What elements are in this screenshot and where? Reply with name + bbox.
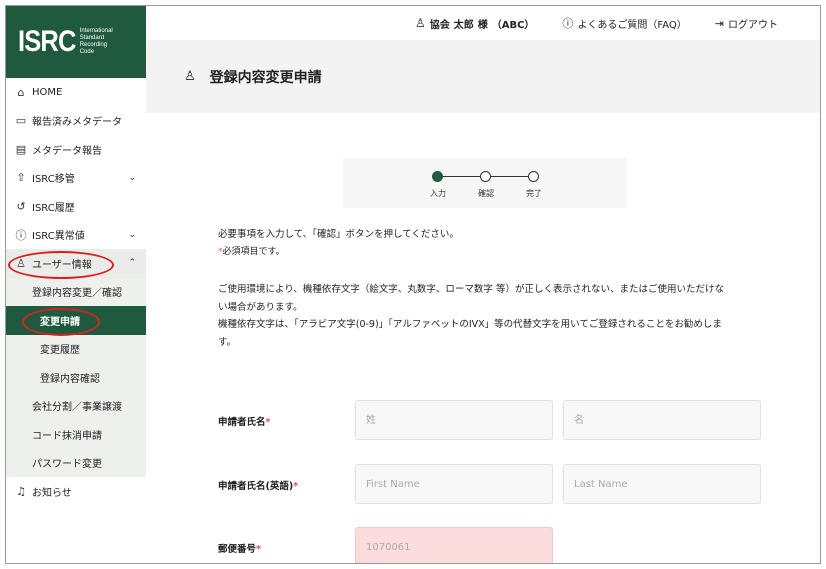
sidebar-item-reported-metadata[interactable]: ▭ 報告済みメタデータ [6,107,146,136]
sidebar-item-user-info[interactable]: ♙ ユーザー情報 ⌃ [6,249,146,278]
step-label-complete: 完了 [526,189,542,198]
help-circle-icon: ⓘ [562,17,574,30]
sidebar: ISRC International Standard Recording Co… [6,6,146,563]
home-icon: ⌂ [17,85,25,99]
chevron-up-icon: ⌃ [128,258,136,269]
device-character-note: ご使用環境により、機種依存文字（絵文字、丸数字、ローマ数字 等）が正しく表示され… [218,284,724,348]
stepper-line [438,176,484,177]
logo-subtitle: International Standard Recording Code [79,28,113,55]
progress-stepper: 入力 確認 完了 [343,158,627,208]
sidebar-nav: ⌂ HOME ▭ 報告済みメタデータ ▤ メタデータ報告 ⇧ ISRC移管 ⌄ … [6,78,146,506]
document-icon: ▤ [15,142,27,156]
chevron-down-icon: ⌄ [128,229,136,240]
clipboard-icon: ▭ [15,114,27,128]
step-dot-confirm [480,171,491,182]
sidebar-item-code-deletion[interactable]: コード抹消申請 [6,420,146,449]
sidebar-item-company-split[interactable]: 会社分割／事業譲渡 [6,391,146,420]
step-label-confirm: 確認 [478,189,494,198]
postal-code-label: 郵便番号* [218,544,261,555]
sidebar-item-password-change[interactable]: パスワード変更 [6,448,146,477]
alert-icon: ⓘ [15,228,27,242]
sidebar-item-isrc-transfer[interactable]: ⇧ ISRC移管 ⌄ [6,164,146,193]
stepper-line [486,176,532,177]
step-dot-complete [528,171,539,182]
step-dot-input [432,171,443,182]
sidebar-item-change-request[interactable]: 変更申請 [6,306,146,335]
page-title: 登録内容変更申請 [209,69,322,86]
user-icon: ♙ [414,16,426,30]
applicant-name-label: 申請者氏名* [218,417,271,428]
chevron-down-icon: ⌄ [128,172,136,183]
applicant-name-english-label: 申請者氏名(英語)* [218,481,299,492]
last-name-english-input[interactable] [563,464,761,504]
step-label-input: 入力 [430,189,446,198]
faq-link[interactable]: ⓘ よくあるご質問（FAQ） [562,15,686,31]
app-window: ISRC International Standard Recording Co… [5,5,821,564]
isrc-logo[interactable]: ISRC International Standard Recording Co… [6,6,146,78]
instructions: 必要事項を入力して、「確認」ボタンを押してください。 *必須項目です。 [218,229,459,257]
sidebar-item-home[interactable]: ⌂ HOME [6,78,146,107]
history-icon: ↺ [16,199,26,213]
sidebar-item-isrc-anomaly[interactable]: ⓘ ISRC異常値 ⌄ [6,221,146,250]
first-name-english-input[interactable] [355,464,553,504]
sidebar-item-notices[interactable]: ♫ お知らせ [6,477,146,506]
sidebar-item-change-history[interactable]: 変更履歴 [6,334,146,363]
logo-mark: ISRC [18,25,76,58]
user-icon: ♙ [16,256,26,270]
postal-code-input[interactable] [355,527,553,563]
main-content: 入力 確認 完了 必要事項を入力して、「確認」ボタンを押してください。 *必須項… [146,113,820,563]
sidebar-item-registration-change[interactable]: 登録内容変更／確認 [6,277,146,306]
sidebar-item-registration-confirm[interactable]: 登録内容確認 [6,363,146,392]
page-header: ♙ 登録内容変更申請 [146,40,820,113]
user-account[interactable]: ♙ 協会 太郎 様 （ABC） [415,16,534,31]
sidebar-item-isrc-history[interactable]: ↺ ISRC履歴 [6,192,146,221]
first-name-input[interactable] [563,400,761,440]
user-icon: ♙ [184,69,196,84]
logout-icon: ⇥ [714,16,724,30]
logout-link[interactable]: ⇥ ログアウト [715,16,778,31]
bell-icon: ♫ [16,484,26,498]
top-bar: ♙ 協会 太郎 様 （ABC） ⓘ よくあるご質問（FAQ） ⇥ ログアウト [146,6,820,40]
last-name-input[interactable] [355,400,553,440]
export-icon: ⇧ [16,171,26,185]
sidebar-item-metadata-report[interactable]: ▤ メタデータ報告 [6,135,146,164]
user-info-submenu: 登録内容変更／確認 変更申請 変更履歴 登録内容確認 会社分割／事業譲渡 コード… [6,277,146,477]
